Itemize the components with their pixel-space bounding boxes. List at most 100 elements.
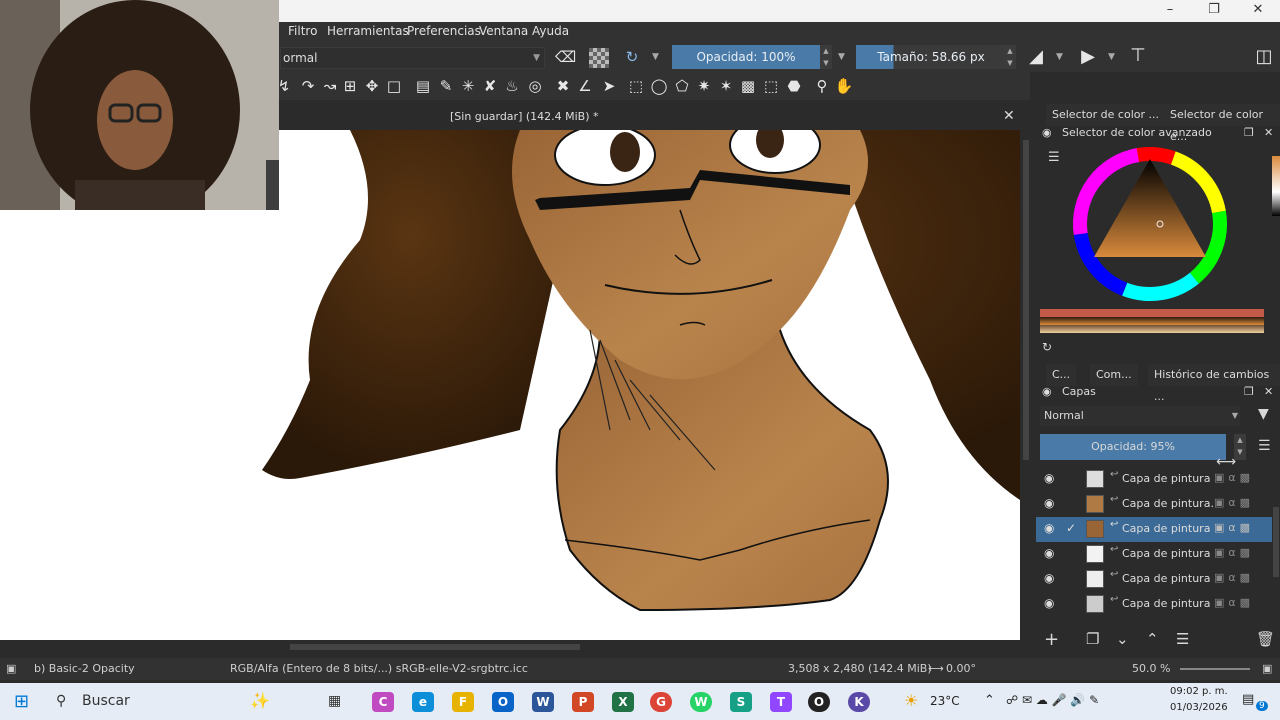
clock-time[interactable]: 09:02 p. m. — [1170, 686, 1228, 697]
hscroll-thumb[interactable] — [290, 644, 580, 650]
layer-row[interactable]: ◉ ↩ Capa de pintura... ▣α▩ — [1036, 492, 1272, 517]
pan-icon[interactable]: ✋ — [834, 76, 854, 96]
obs-icon[interactable]: O — [808, 692, 830, 712]
visibility-eye-icon[interactable]: ◉ — [1044, 471, 1054, 485]
color-picker-icon[interactable]: ✎ — [436, 76, 456, 96]
recent-colors-strip[interactable] — [1272, 156, 1280, 216]
search-icon[interactable]: ⚲ — [56, 693, 66, 709]
wraparound-icon[interactable]: ⊤ — [1128, 46, 1148, 66]
reset-icon[interactable]: ↻ — [622, 47, 642, 67]
task-view-icon[interactable]: ▦ — [328, 693, 341, 709]
dynamic-brush-icon[interactable]: ↝ — [320, 76, 340, 96]
chrome-icon[interactable]: G — [650, 692, 672, 712]
layer-properties-icon[interactable]: ☰ — [1176, 630, 1189, 648]
similar-select-icon[interactable]: ▩ — [738, 76, 758, 96]
layer-row[interactable]: ◉ ↩ Capa de pintura 6 ▣α▩ — [1036, 542, 1272, 567]
edge-icon[interactable]: e — [412, 692, 434, 712]
powerpoint-icon[interactable]: P — [572, 692, 594, 712]
notification-icon[interactable]: ▤ — [1242, 692, 1254, 707]
rotation-value[interactable]: 0.00° — [946, 662, 976, 675]
visibility-eye-icon[interactable]: ◉ — [1044, 546, 1054, 560]
clock-date[interactable]: 01/03/2026 — [1170, 702, 1228, 713]
mirror-horizontal-icon[interactable]: ◢ — [1026, 47, 1046, 67]
excel-icon[interactable]: X — [612, 692, 634, 712]
eraser-icon[interactable]: ⌫ — [555, 47, 576, 67]
enclose-fill-icon[interactable]: ◎ — [525, 76, 545, 96]
twitch-icon[interactable]: T — [770, 692, 792, 712]
tray-icons[interactable]: ☍ ✉ ☁ 🎤 🔊 ✎ — [1006, 693, 1099, 707]
menu-tools[interactable]: Herramientas — [327, 24, 409, 38]
brush-name[interactable]: b) Basic-2 Opacity — [34, 662, 135, 675]
crop-icon[interactable]: ⊞ — [340, 76, 360, 96]
chevron-down-icon[interactable]: ▼ — [838, 52, 845, 62]
panel-toggle-icon[interactable]: ◫ — [1254, 47, 1274, 67]
vscroll-thumb[interactable] — [1023, 140, 1029, 460]
checkmark-icon[interactable]: ✓ — [1066, 521, 1076, 535]
tab-color-selector-extended[interactable]: Selector de color e... — [1164, 104, 1280, 143]
smart-patch-icon[interactable]: ✳ — [458, 76, 478, 96]
tray-chevron-icon[interactable]: ⌃ — [984, 693, 995, 708]
move-up-icon[interactable]: ⌃ — [1146, 630, 1159, 648]
copilot-app-icon[interactable]: C — [372, 692, 394, 712]
temperature[interactable]: 23°C — [930, 694, 960, 708]
layer-property-icons[interactable]: ▣α▩ — [1214, 521, 1254, 534]
zoom-slider[interactable] — [1180, 668, 1250, 670]
store-icon[interactable]: S — [730, 692, 752, 712]
opacity-slider[interactable]: Opacidad: 100% — [672, 45, 820, 69]
layers-scroll-thumb[interactable] — [1273, 507, 1279, 577]
visibility-eye-icon[interactable]: ◉ — [1044, 496, 1054, 510]
menu-help[interactable]: Ayuda — [532, 24, 569, 38]
menu-lines-icon[interactable]: ☰ — [1048, 150, 1060, 165]
color-wheel[interactable] — [1070, 144, 1230, 304]
visibility-eye-icon[interactable]: ◉ — [1044, 571, 1054, 585]
contiguous-select-icon[interactable]: ✶ — [716, 76, 736, 96]
mirror-vertical-icon[interactable]: ▶ — [1078, 47, 1098, 67]
layer-row-selected[interactable]: ◉ ✓ ↩ Capa de pintura 9 ▣α▩ — [1036, 517, 1272, 542]
copilot-sparkle-icon[interactable]: ✨ — [250, 691, 270, 710]
windows-start-icon[interactable]: ⊞ — [14, 691, 29, 712]
duplicate-layer-icon[interactable]: ❐ — [1086, 630, 1099, 648]
layers-blend-select[interactable]: Normal ▼ — [1040, 406, 1240, 426]
float-panel-icon[interactable]: ❐ — [1244, 124, 1254, 142]
chevron-down-icon[interactable]: ▼ — [1108, 52, 1115, 62]
close-panel-icon[interactable]: ✕ — [1264, 383, 1273, 401]
close-document-icon[interactable]: ✕ — [1003, 108, 1015, 124]
move-icon[interactable]: ✥ — [362, 76, 382, 96]
layer-property-icons[interactable]: ▣α▩ — [1214, 571, 1254, 584]
assistant-icon[interactable]: ✘ — [480, 76, 500, 96]
tab-color-selector[interactable]: Selector de color ... — [1046, 104, 1166, 126]
chevron-down-icon[interactable]: ▼ — [652, 52, 659, 62]
measure-icon[interactable]: ✖ — [553, 76, 573, 96]
move-down-icon[interactable]: ⌄ — [1116, 630, 1129, 648]
menu-window[interactable]: Ventana — [479, 24, 528, 38]
whatsapp-icon[interactable]: W — [690, 692, 712, 712]
restore-icon[interactable]: ❐ — [1192, 0, 1236, 22]
opacity-spin-icon[interactable]: ▲ ▼ — [820, 45, 832, 69]
freehand-path-icon[interactable]: ↷ — [298, 76, 318, 96]
zoom-value[interactable]: 50.0 % — [1132, 662, 1170, 675]
size-spin-icon[interactable]: ▲ ▼ — [1004, 45, 1016, 69]
layers-scrollbar[interactable] — [1272, 467, 1280, 617]
layer-property-icons[interactable]: ▣α▩ — [1214, 471, 1254, 484]
color-sliders[interactable] — [1040, 309, 1264, 333]
transform-icon[interactable]: □ — [384, 76, 404, 96]
word-icon[interactable]: W — [532, 692, 554, 712]
chevron-down-icon[interactable]: ▼ — [1056, 52, 1063, 62]
visibility-eye-icon[interactable]: ◉ — [1044, 596, 1054, 610]
close-window-icon[interactable]: ✕ — [1236, 0, 1280, 22]
menu-filter[interactable]: Filtro — [288, 24, 317, 38]
layer-row[interactable]: ◉ ↩ Capa de pintura 5 ▣α▩ — [1036, 567, 1272, 592]
float-panel-icon[interactable]: ❐ — [1244, 383, 1254, 401]
blend-mode-select[interactable]: ormal ▼ — [280, 47, 545, 69]
layers-opacity-slider[interactable]: Opacidad: 95% — [1040, 434, 1226, 460]
menu-preferences[interactable]: Preferencias — [407, 24, 481, 38]
minimize-icon[interactable]: – — [1148, 0, 1192, 22]
brush-preview-icon[interactable]: ▣ — [6, 662, 16, 675]
layer-property-icons[interactable]: ▣α▩ — [1214, 496, 1254, 509]
layer-property-icons[interactable]: ▣α▩ — [1214, 596, 1254, 609]
gradient-icon[interactable]: ▤ — [413, 76, 433, 96]
reference-icon[interactable]: ∠ — [575, 76, 595, 96]
polygon-select-icon[interactable]: ⬠ — [672, 76, 692, 96]
fullscreen-icon[interactable]: ▣ — [1262, 662, 1272, 675]
canvas-horizontal-scrollbar[interactable] — [0, 640, 1032, 654]
